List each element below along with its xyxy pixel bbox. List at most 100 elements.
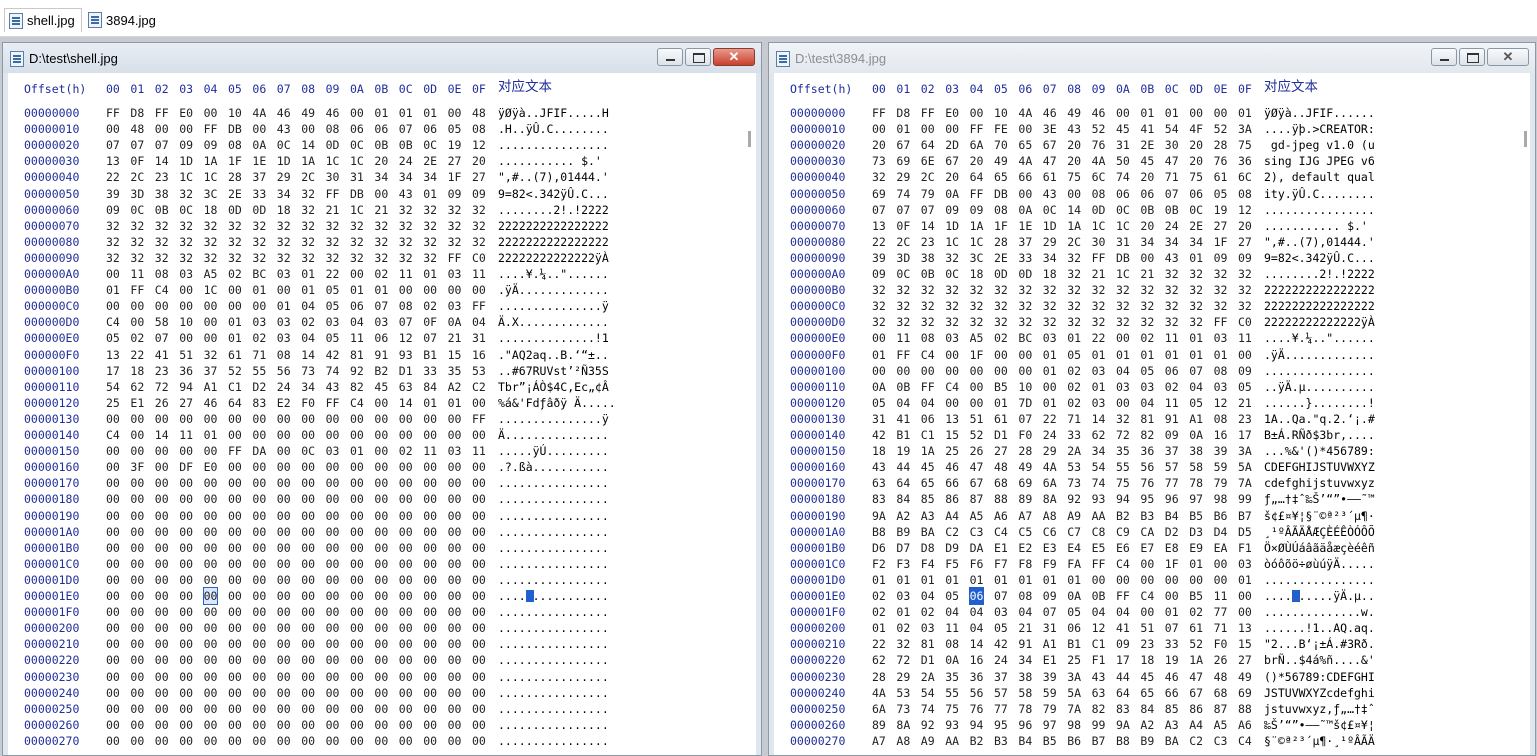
row-text[interactable]: ................ — [498, 524, 609, 540]
hex-byte[interactable]: 56 — [970, 685, 984, 701]
hex-byte[interactable]: 00 — [106, 540, 120, 556]
selected-hex-byte[interactable]: 00 — [202, 587, 219, 605]
hex-byte[interactable]: 03 — [326, 443, 340, 459]
hex-byte[interactable]: 02 — [921, 604, 935, 620]
hex-byte[interactable]: 14 — [301, 347, 315, 363]
hex-byte[interactable]: 00 — [872, 330, 886, 346]
hex-byte[interactable]: 72 — [155, 379, 169, 395]
hex-byte[interactable]: 00 — [448, 475, 462, 491]
hex-byte[interactable]: 01 — [423, 186, 437, 202]
hex-byte[interactable]: 52 — [228, 363, 242, 379]
row-text[interactable]: ................ — [498, 701, 609, 717]
hex-byte[interactable]: 00 — [326, 701, 340, 717]
hex-byte[interactable]: 0B — [1140, 202, 1154, 218]
hex-byte[interactable]: 22 — [1043, 411, 1057, 427]
hex-byte[interactable]: 58 — [1189, 459, 1203, 475]
hex-byte[interactable]: 05 — [872, 395, 886, 411]
hex-byte[interactable]: 00 — [155, 491, 169, 507]
hex-byte[interactable]: 03 — [326, 314, 340, 330]
hex-byte[interactable]: B9 — [896, 524, 910, 540]
row-text[interactable]: ................ — [1264, 572, 1375, 588]
hex-byte[interactable]: 32 — [1189, 314, 1203, 330]
hex-byte[interactable]: 00 — [399, 717, 413, 733]
hex-byte[interactable]: 1C — [1116, 218, 1130, 234]
hex-byte[interactable]: 20 — [1067, 137, 1081, 153]
hex-byte[interactable]: D8 — [130, 105, 144, 121]
hex-byte[interactable]: 43 — [1043, 186, 1057, 202]
row-text[interactable]: ................ — [498, 556, 609, 572]
hex-byte[interactable]: 76 — [1092, 137, 1106, 153]
hex-byte[interactable]: 00 — [179, 491, 193, 507]
hex-byte[interactable]: A3 — [921, 508, 935, 524]
hex-byte[interactable]: 20 — [1189, 153, 1203, 169]
hex-byte[interactable]: 7A — [1067, 701, 1081, 717]
hex-byte[interactable]: E9 — [1189, 540, 1203, 556]
hex-byte[interactable]: 00 — [277, 443, 291, 459]
row-text[interactable]: ................ — [498, 475, 609, 491]
hex-byte[interactable]: 00 — [472, 669, 486, 685]
hex-byte[interactable]: 00 — [350, 524, 364, 540]
hex-byte[interactable]: 71 — [1165, 169, 1179, 185]
hex-byte[interactable]: 00 — [1214, 105, 1228, 121]
hex-byte[interactable]: 00 — [423, 540, 437, 556]
hex-byte[interactable]: B1 — [1067, 636, 1081, 652]
hex-byte[interactable]: 32 — [896, 636, 910, 652]
hex-byte[interactable]: 00 — [277, 459, 291, 475]
hex-byte[interactable]: 00 — [350, 491, 364, 507]
hex-byte[interactable]: 07 — [1189, 363, 1203, 379]
selected-hex-byte[interactable]: 06 — [968, 587, 985, 605]
hex-byte[interactable]: 00 — [130, 717, 144, 733]
hex-byte[interactable]: 43 — [872, 459, 886, 475]
hex-byte[interactable]: 45 — [1140, 153, 1154, 169]
hex-byte[interactable]: F6 — [970, 556, 984, 572]
row-text[interactable]: ()*56789:CDEFGHI — [1264, 669, 1375, 685]
hex-byte[interactable]: 00 — [204, 540, 218, 556]
hex-byte[interactable]: 61 — [994, 411, 1008, 427]
hex-byte[interactable]: 43 — [1092, 669, 1106, 685]
hex-byte[interactable]: E1 — [994, 540, 1008, 556]
row-text[interactable]: ................ — [498, 620, 609, 636]
hex-byte[interactable]: 41 — [1116, 620, 1130, 636]
hex-byte[interactable]: 00 — [179, 701, 193, 717]
hex-byte[interactable]: 32 — [1116, 298, 1130, 314]
hex-byte[interactable]: 00 — [374, 685, 388, 701]
hex-byte[interactable]: 00 — [155, 685, 169, 701]
hex-byte[interactable]: 32 — [399, 202, 413, 218]
hex-byte[interactable]: 00 — [423, 282, 437, 298]
hex-byte[interactable]: 00 — [350, 604, 364, 620]
hex-byte[interactable]: 02 — [399, 443, 413, 459]
hex-byte[interactable]: 32 — [179, 218, 193, 234]
hex-byte[interactable]: 00 — [252, 717, 266, 733]
hex-byte[interactable]: 00 — [970, 105, 984, 121]
hex-byte[interactable]: 28 — [994, 234, 1008, 250]
row-text[interactable]: ."AQ2aq..B.‘“±.. — [498, 347, 609, 363]
row-text[interactable]: ........2!.!2222 — [1264, 266, 1375, 282]
row-text[interactable]: Ä............... — [498, 427, 609, 443]
hex-byte[interactable]: 0A — [872, 379, 886, 395]
hex-byte[interactable]: 20 — [970, 153, 984, 169]
hex-byte[interactable]: 32 — [1165, 282, 1179, 298]
hex-byte[interactable]: A2 — [1140, 717, 1154, 733]
hex-byte[interactable]: 05 — [1238, 379, 1252, 395]
hex-byte[interactable]: 57 — [994, 685, 1008, 701]
hex-byte[interactable]: 00 — [994, 347, 1008, 363]
hex-byte[interactable]: A1 — [204, 379, 218, 395]
hex-byte[interactable]: 00 — [130, 411, 144, 427]
row-text[interactable]: .?.ßà........... — [498, 459, 609, 475]
hex-byte[interactable]: 32 — [1018, 282, 1032, 298]
hex-byte[interactable]: 32 — [423, 218, 437, 234]
hex-byte[interactable]: B6 — [1067, 733, 1081, 749]
hex-byte[interactable]: 31 — [350, 169, 364, 185]
hex-byte[interactable]: 00 — [423, 717, 437, 733]
hex-byte[interactable]: BC — [252, 266, 266, 282]
hex-byte[interactable]: 0C — [896, 266, 910, 282]
hex-byte[interactable]: 1A — [921, 443, 935, 459]
hex-byte[interactable]: 00 — [130, 572, 144, 588]
hex-byte[interactable]: 01 — [1067, 330, 1081, 346]
hex-byte[interactable]: 16 — [970, 652, 984, 668]
hex-byte[interactable]: 72 — [896, 652, 910, 668]
hex-byte[interactable]: D2 — [1165, 524, 1179, 540]
hex-byte[interactable]: 09 — [179, 137, 193, 153]
hex-byte[interactable]: 00 — [921, 363, 935, 379]
hex-byte[interactable]: 00 — [301, 652, 315, 668]
